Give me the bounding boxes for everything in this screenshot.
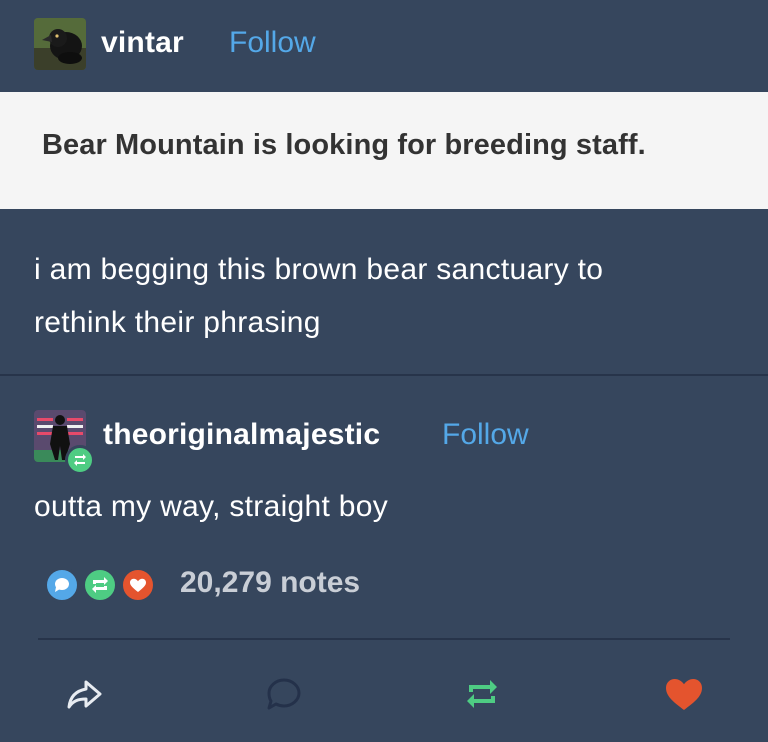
quoted-content: Bear Mountain is looking for breeding st… xyxy=(0,92,768,209)
divider xyxy=(0,374,768,376)
comment-icon xyxy=(44,567,80,603)
avatar[interactable] xyxy=(34,18,86,70)
divider xyxy=(38,638,730,640)
like-icon xyxy=(120,567,156,603)
share-button[interactable] xyxy=(62,672,106,716)
crow-avatar-icon xyxy=(34,18,86,70)
reblog-badge xyxy=(65,445,95,475)
reply-icon xyxy=(267,678,301,710)
post-header: vintar Follow xyxy=(0,0,768,92)
post-body-line: rethink their phrasing xyxy=(34,306,321,339)
notes-count[interactable]: 20,279 notes xyxy=(180,566,360,600)
post-body-line: i am begging this brown bear sanctuary t… xyxy=(34,253,604,286)
share-icon xyxy=(67,680,102,709)
quoted-text: Bear Mountain is looking for breeding st… xyxy=(42,129,646,161)
notes-icons[interactable] xyxy=(44,567,164,603)
reblog-icon xyxy=(82,567,118,603)
follow-button[interactable]: Follow xyxy=(442,418,529,452)
reblog-button[interactable] xyxy=(460,672,504,716)
reblog-author[interactable]: theoriginalmajestic xyxy=(103,418,380,452)
follow-button[interactable]: Follow xyxy=(229,26,316,60)
reply-button[interactable] xyxy=(262,672,306,716)
reblog-icon xyxy=(74,454,86,466)
post-author[interactable]: vintar xyxy=(101,26,184,60)
like-icon xyxy=(666,679,702,710)
reblog-icon xyxy=(467,680,497,708)
like-button[interactable] xyxy=(662,672,706,716)
tumblr-post: vintar Follow Bear Mountain is looking f… xyxy=(0,0,768,742)
reblog-text: outta my way, straight boy xyxy=(34,490,389,523)
